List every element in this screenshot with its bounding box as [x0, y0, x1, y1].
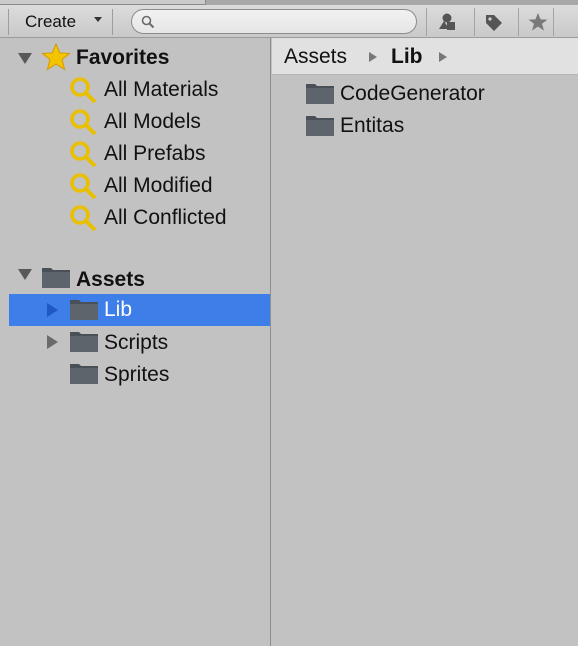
assets-foldout-icon[interactable] — [18, 269, 32, 280]
create-button-label: Create — [25, 12, 77, 31]
favorite-item-all-modified[interactable]: All Modified — [104, 170, 213, 202]
filter-by-type-icon — [439, 13, 455, 30]
filter-by-type-button[interactable] — [426, 8, 462, 36]
chevron-down-icon — [94, 17, 102, 22]
favorites-foldout-icon[interactable] — [18, 53, 32, 64]
folder-icon — [306, 84, 334, 104]
scripts-expand-icon[interactable] — [47, 335, 58, 349]
favorite-item-all-conflicted[interactable]: All Conflicted — [104, 202, 227, 234]
favorite-item-all-models[interactable]: All Models — [104, 106, 201, 138]
search-input[interactable] — [131, 9, 417, 34]
folder-icon — [70, 300, 98, 320]
folder-icon — [70, 364, 98, 384]
folder-tree-item-lib[interactable]: Lib — [104, 294, 132, 326]
folder-tree-item-sprites[interactable]: Sprites — [104, 359, 169, 391]
favorites-header[interactable]: Favorites — [76, 42, 169, 74]
favorite-star-icon — [528, 13, 548, 31]
saved-search-icon — [70, 141, 97, 168]
breadcrumb-lib[interactable]: Lib — [391, 38, 423, 75]
favorite-item-all-prefabs[interactable]: All Prefabs — [104, 138, 206, 170]
saved-search-icon — [70, 205, 97, 232]
favorites-star-icon — [41, 43, 71, 71]
folder-icon — [306, 116, 334, 136]
filter-by-label-icon — [486, 15, 502, 31]
saved-search-icon — [70, 109, 97, 136]
breadcrumb-separator-icon — [369, 52, 377, 62]
breadcrumb-assets[interactable]: Assets — [284, 38, 347, 75]
assets-header[interactable]: Assets — [76, 264, 145, 296]
search-icon — [141, 15, 155, 29]
folder-tree-item-scripts[interactable]: Scripts — [104, 327, 168, 359]
lib-expand-icon[interactable] — [47, 303, 58, 317]
folder-icon — [70, 332, 98, 352]
create-button[interactable]: Create — [8, 9, 113, 35]
folder-icon — [42, 268, 70, 288]
favorite-item-all-materials[interactable]: All Materials — [104, 74, 218, 106]
breadcrumb: Assets Lib — [272, 38, 578, 75]
breadcrumb-more-icon[interactable] — [439, 52, 447, 62]
folder-item-codegenerator[interactable]: CodeGenerator — [340, 78, 485, 110]
project-toolbar: Create — [0, 5, 578, 38]
favorite-filter-button[interactable] — [518, 8, 554, 36]
filter-by-label-button[interactable] — [474, 8, 510, 36]
saved-search-icon — [70, 173, 97, 200]
folder-item-entitas[interactable]: Entitas — [340, 110, 404, 142]
saved-search-icon — [70, 77, 97, 104]
